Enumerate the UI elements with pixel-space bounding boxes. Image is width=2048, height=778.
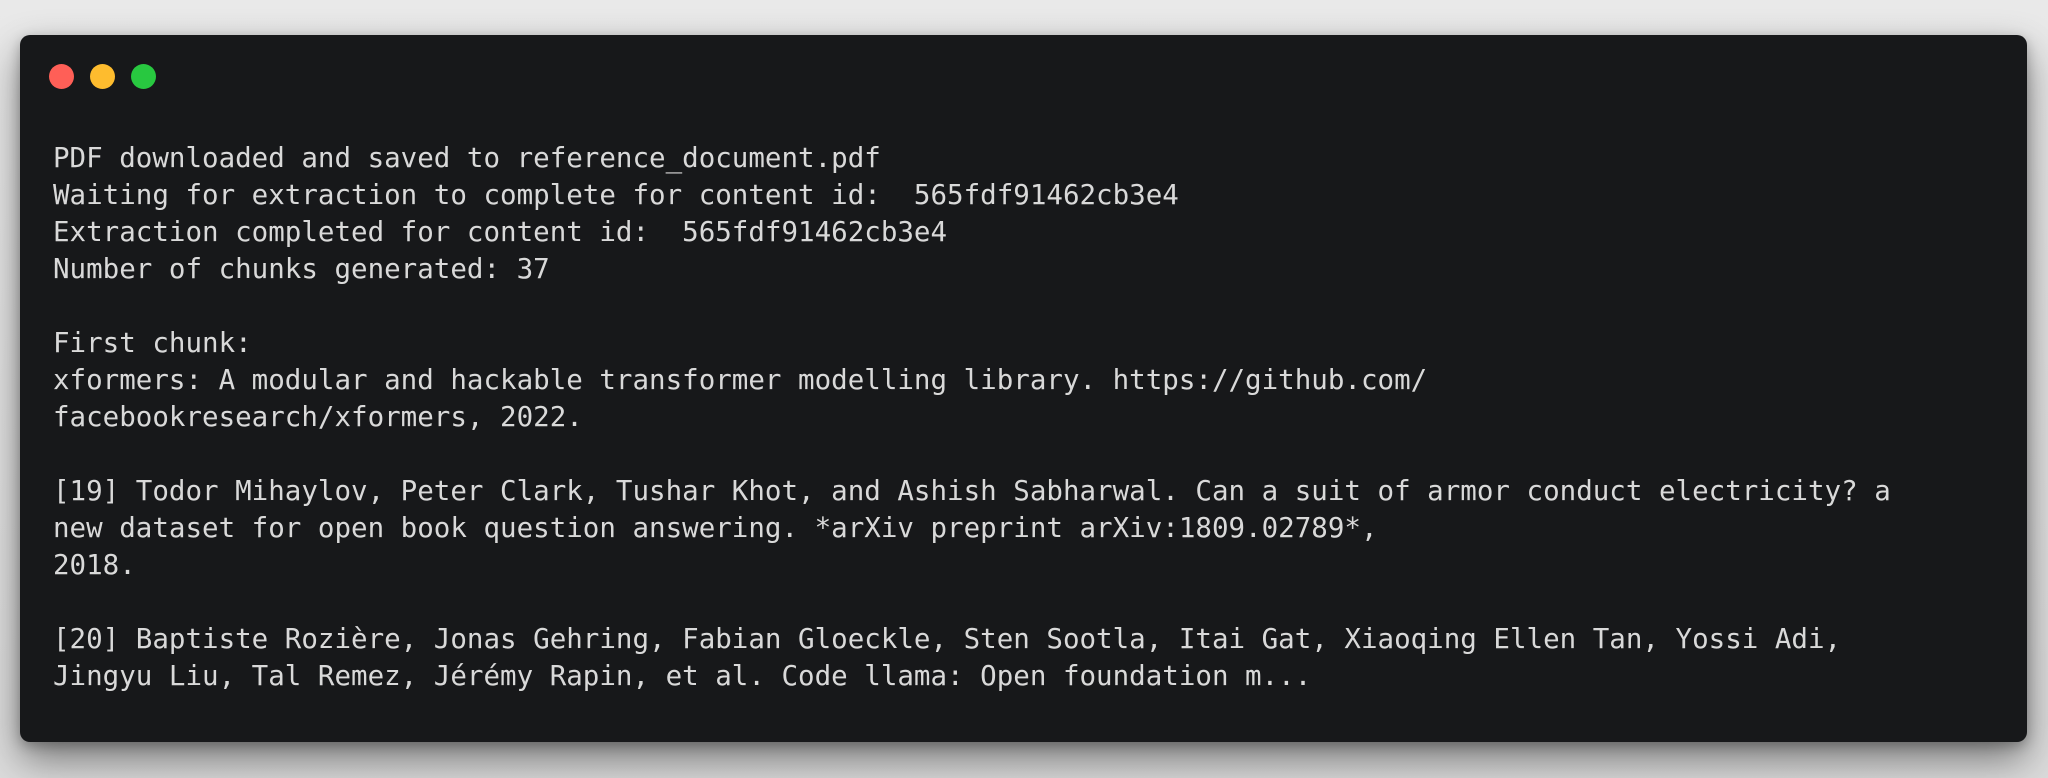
output-line: Waiting for extraction to complete for c…: [53, 179, 1179, 211]
terminal-output[interactable]: PDF downloaded and saved to reference_do…: [53, 140, 1997, 695]
output-line: new dataset for open book question answe…: [53, 512, 1378, 544]
output-line: facebookresearch/xformers, 2022.: [53, 401, 583, 433]
output-line: xformers: A modular and hackable transfo…: [53, 364, 1428, 396]
output-line: Jingyu Liu, Tal Remez, Jérémy Rapin, et …: [53, 660, 1312, 692]
output-line: PDF downloaded and saved to reference_do…: [53, 142, 881, 174]
output-line: Number of chunks generated: 37: [53, 253, 550, 285]
terminal-window: PDF downloaded and saved to reference_do…: [20, 35, 2027, 742]
window-controls: [49, 64, 156, 89]
output-line: [20] Baptiste Rozière, Jonas Gehring, Fa…: [53, 623, 1842, 655]
output-line: Extraction completed for content id: 565…: [53, 216, 948, 248]
output-line: First chunk:: [53, 327, 252, 359]
output-line: [19] Todor Mihaylov, Peter Clark, Tushar…: [53, 475, 1891, 507]
close-window-button[interactable]: [49, 64, 74, 89]
output-line: 2018.: [53, 549, 136, 581]
minimize-window-button[interactable]: [90, 64, 115, 89]
zoom-window-button[interactable]: [131, 64, 156, 89]
